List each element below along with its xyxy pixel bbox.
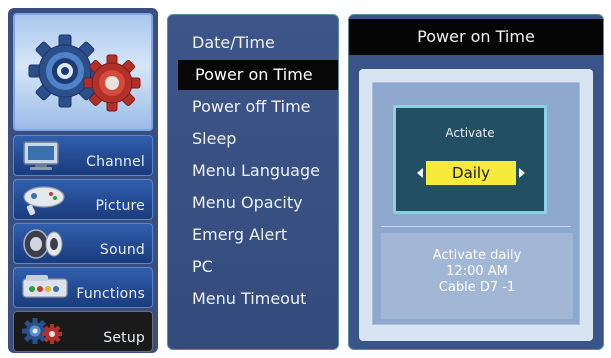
divider (381, 226, 571, 227)
category-label: Functions (76, 286, 145, 302)
category-channel[interactable]: Channel (13, 135, 153, 176)
detail-title: Power on Time (349, 19, 603, 55)
category-label: Setup (103, 330, 145, 346)
tv-icon (23, 141, 59, 170)
category-setup[interactable]: Setup (13, 311, 153, 352)
menu-item-sleep[interactable]: Sleep (168, 124, 338, 154)
gamepad-icon (23, 186, 65, 216)
menu-item-emerg-alert[interactable]: Emerg Alert (168, 220, 338, 250)
gears-icon (28, 34, 141, 112)
menu-item-power-off-time[interactable]: Power off Time (168, 92, 338, 122)
category-functions[interactable]: Functions (13, 267, 153, 308)
summary-line-activate: Activate daily (432, 248, 522, 263)
arrow-right-icon[interactable] (519, 168, 525, 178)
setup-menu: Date/Time Power on Time Power off Time S… (167, 14, 339, 350)
gears-icon (22, 318, 62, 344)
menu-item-menu-opacity[interactable]: Menu Opacity (168, 188, 338, 218)
detail-panel: Power on Time Activate Daily Activate da… (348, 14, 604, 350)
detail-card: Activate Daily Activate daily 12:00 AM C… (372, 82, 580, 325)
arrow-left-icon[interactable] (417, 168, 423, 178)
activate-value[interactable]: Daily (426, 161, 516, 185)
summary-line-channel: Cable D7 -1 (438, 280, 516, 295)
category-picture[interactable]: Picture (13, 179, 153, 220)
speaker-icon (23, 229, 63, 259)
menu-item-pc[interactable]: PC (168, 252, 338, 282)
setup-hero-image (13, 13, 153, 131)
schedule-summary: Activate daily 12:00 AM Cable D7 -1 (381, 233, 573, 319)
activate-selector[interactable]: Activate Daily (393, 105, 547, 214)
category-label: Channel (86, 154, 145, 170)
category-label: Sound (99, 242, 145, 258)
menu-item-menu-language[interactable]: Menu Language (168, 156, 338, 186)
menu-item-date-time[interactable]: Date/Time (168, 28, 338, 58)
console-icon (22, 275, 68, 298)
menu-item-power-on-time[interactable]: Power on Time (178, 60, 338, 90)
menu-item-menu-timeout[interactable]: Menu Timeout (168, 284, 338, 314)
summary-line-time: 12:00 AM (446, 264, 508, 279)
detail-frame: Activate Daily Activate daily 12:00 AM C… (359, 69, 593, 341)
category-sidebar: Channel Picture Sound Functions Setup (8, 8, 158, 353)
category-sound[interactable]: Sound (13, 223, 153, 264)
category-label: Picture (95, 198, 145, 214)
activate-label: Activate (445, 126, 495, 140)
